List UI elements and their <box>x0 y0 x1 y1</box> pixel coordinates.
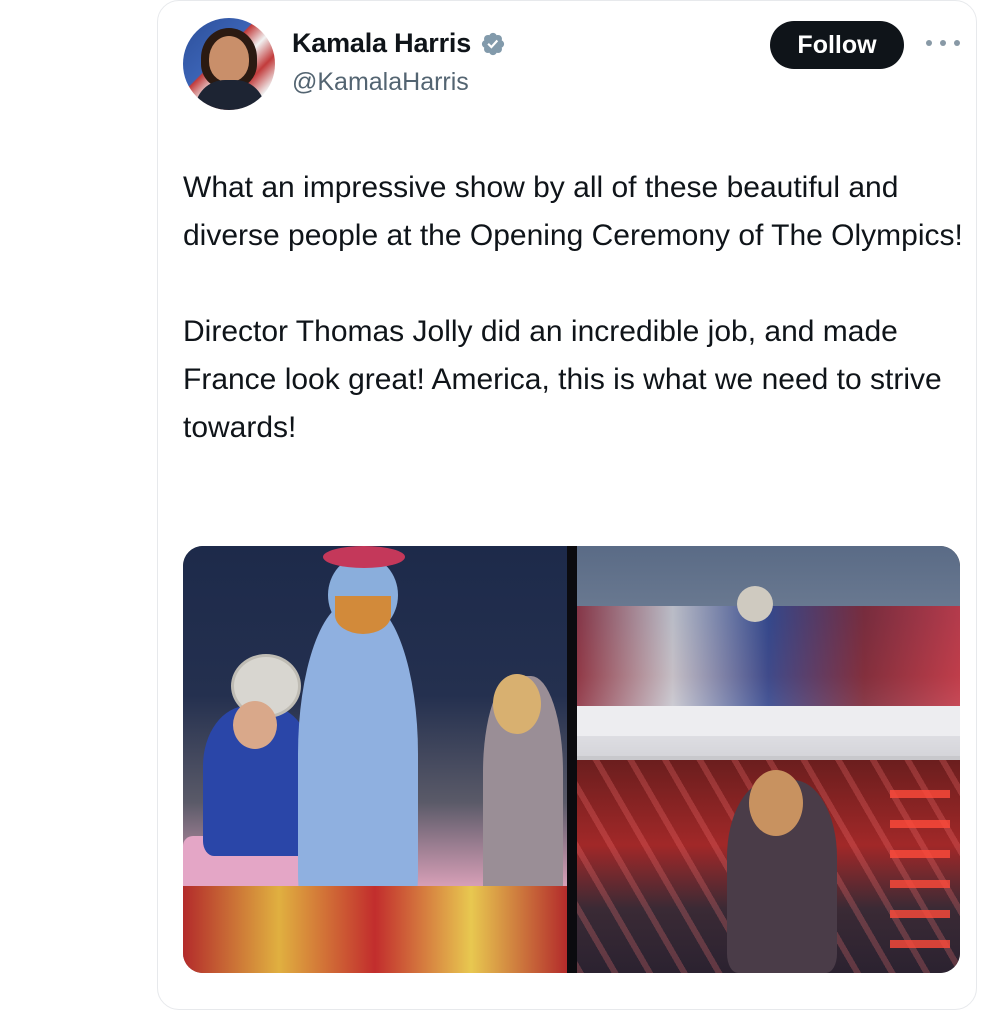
photo-shape <box>233 701 277 749</box>
author-handle[interactable]: @KamalaHarris <box>292 68 469 97</box>
photo-shape <box>183 886 567 973</box>
author-name-row: Kamala Harris <box>292 28 506 59</box>
dot <box>940 40 946 46</box>
dot <box>954 40 960 46</box>
photo-left[interactable] <box>183 546 567 973</box>
media-grid <box>183 546 960 973</box>
more-options-icon[interactable] <box>926 36 960 50</box>
photo-shape <box>749 770 803 836</box>
profile-avatar[interactable] <box>183 18 275 110</box>
photo-shape <box>577 706 960 736</box>
photo-shape <box>335 596 391 634</box>
photo-right-top[interactable] <box>577 546 960 756</box>
dot <box>926 40 932 46</box>
verified-badge-icon <box>481 32 505 55</box>
avatar-body <box>195 80 265 110</box>
photo-shape <box>890 790 950 960</box>
photo-shape <box>737 586 773 622</box>
avatar-face <box>209 36 249 82</box>
photo-shape <box>577 606 960 706</box>
photo-shape <box>493 674 541 734</box>
media-divider <box>567 546 577 973</box>
photo-shape <box>323 546 405 568</box>
author-display-name[interactable]: Kamala Harris <box>292 28 471 59</box>
tweet-paragraph: What an impressive show by all of these … <box>183 171 963 252</box>
tweet-paragraph: Director Thomas Jolly did an incredible … <box>183 315 942 444</box>
tweet-text: What an impressive show by all of these … <box>183 164 973 452</box>
photo-right-bottom[interactable] <box>577 760 960 973</box>
follow-button[interactable]: Follow <box>770 21 904 69</box>
